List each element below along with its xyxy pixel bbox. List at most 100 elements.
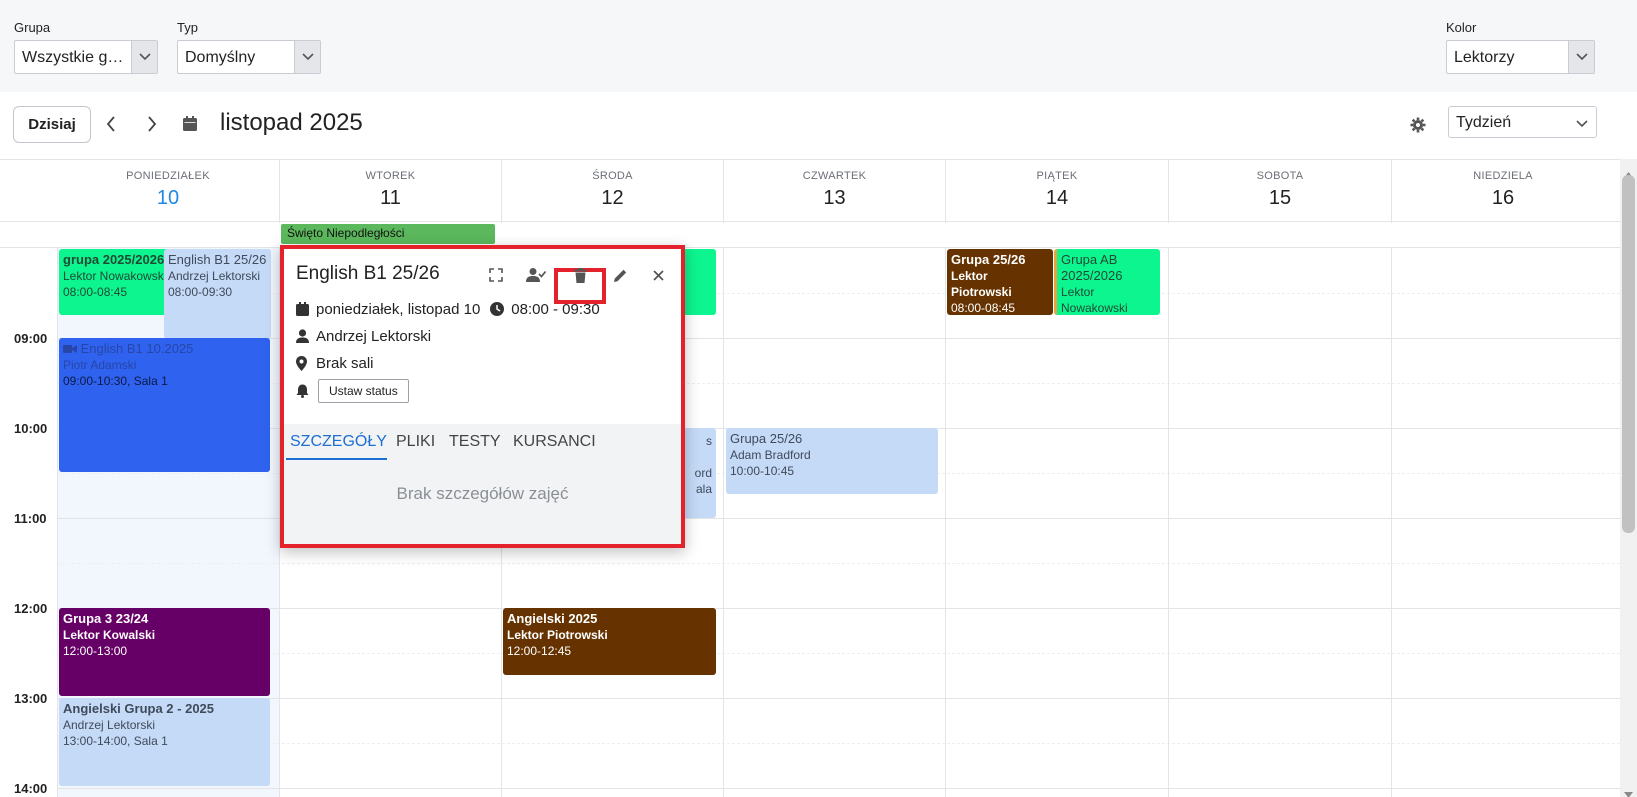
scroll-down-icon[interactable] (1624, 785, 1633, 797)
chevron-down-icon (294, 41, 320, 73)
set-status-button[interactable]: Ustaw status (318, 379, 409, 403)
calendar-icon[interactable] (183, 116, 197, 136)
active-tab-indicator (286, 458, 387, 460)
allday-event[interactable]: Święto Niepodległości (281, 224, 495, 244)
event-teacher: Piotr Adamski (63, 358, 137, 372)
day-number: 13 (823, 187, 846, 209)
day-header-fri[interactable]: PIĄTEK 14 (945, 160, 1168, 223)
tab-details[interactable]: SZCZEGÓŁY (290, 433, 387, 451)
week-calendar: PONIEDZIAŁEK 10 WTOREK 11 ŚRODA 12 CZWAR… (0, 159, 1620, 797)
event-wed-angielski[interactable]: Angielski 2025 Lektor Piotrowski 12:00-1… (503, 608, 716, 675)
event-time: 08:00-08:45 (951, 301, 1016, 315)
event-title: Grupa 3 23/24 (63, 611, 149, 626)
day-header-wed[interactable]: ŚRODA 12 (501, 160, 723, 223)
event-mon-english-online[interactable]: English B1 10.2025 Piotr Adamski 09:00-1… (59, 338, 270, 472)
event-time: 09:00-10:30, Sala 1 (63, 374, 168, 388)
half-hour-line (57, 563, 1620, 564)
chevron-down-icon (131, 41, 157, 73)
event-time: 13:00-14:00, Sala 1 (63, 734, 168, 748)
time-label: 09:00 (14, 331, 48, 346)
event-thu-grupa[interactable]: Grupa 25/26 Adam Bradford 10:00-10:45 (726, 428, 938, 494)
popup-teacher: Andrzej Lektorski (316, 327, 432, 345)
close-button[interactable] (646, 263, 670, 287)
color-filter: Kolor Lektorzy (1446, 20, 1595, 74)
expand-button[interactable] (484, 263, 508, 287)
event-mon-grupa-2025[interactable]: grupa 2025/2026 Lektor Nowakowski 08:00-… (59, 249, 177, 315)
scroll-thumb[interactable] (1622, 175, 1635, 533)
event-title-row: English B1 10.2025 (63, 341, 266, 357)
attendance-button[interactable] (524, 263, 548, 287)
group-filter-label: Grupa (14, 20, 51, 35)
event-time: 08:00-08:45 (63, 285, 128, 299)
color-select[interactable]: Lektorzy (1446, 40, 1595, 74)
day-name: SOBOTA (1256, 170, 1304, 182)
day-header-thu[interactable]: CZWARTEK 13 (723, 160, 945, 223)
day-number: 11 (380, 187, 401, 209)
filter-bar: Grupa Wszystkie gru... Typ Domyślny Kolo… (0, 0, 1637, 92)
gear-icon[interactable] (1410, 117, 1426, 138)
type-select[interactable]: Domyślny (177, 40, 321, 74)
edit-button[interactable] (608, 263, 632, 287)
event-time: 12:00-12:45 (507, 644, 572, 658)
event-title: grupa 2025/2026 (63, 252, 165, 267)
next-week-button[interactable] (142, 114, 162, 134)
event-teacher: Andrzej Lektorski (63, 718, 156, 732)
view-select-value: Tydzień (1456, 114, 1512, 131)
popup-room: Brak sali (316, 354, 374, 372)
calendar-icon (296, 302, 309, 316)
delete-button[interactable] (568, 263, 592, 287)
event-fri-grupa-ab[interactable]: Grupa AB 2025/2026 Lektor Nowakowski (1054, 249, 1160, 315)
day-header-sun[interactable]: NIEDZIELA 16 (1391, 160, 1614, 223)
calendar-toolbar: Dzisiaj listopad 2025 Tydzień (0, 92, 1637, 159)
month-title: listopad 2025 (220, 109, 363, 136)
day-header-tue[interactable]: WTOREK 11 (279, 160, 501, 223)
popup-time: 08:00 - 09:30 (511, 300, 600, 318)
popup-datetime-row: poniedziałek, listopad 10 08:00 - 09:30 (296, 299, 600, 319)
tab-students[interactable]: KURSANCI (513, 433, 596, 451)
event-title: English B1 10.2025 (80, 341, 194, 356)
half-hour-line (57, 743, 1620, 744)
hour-line (57, 698, 1620, 699)
today-button[interactable]: Dzisiaj (13, 106, 91, 143)
popup-room-row: Brak sali (296, 353, 374, 373)
time-label: 14:00 (14, 781, 48, 796)
event-teacher: Lektor Nowakowski (63, 269, 167, 283)
day-number: 12 (601, 187, 624, 209)
group-select[interactable]: Wszystkie gru... (14, 40, 158, 74)
color-select-value: Lektorzy (1454, 49, 1515, 66)
tab-files[interactable]: PLIKI (396, 433, 435, 451)
popup-actions (284, 263, 681, 304)
day-header-sat[interactable]: SOBOTA 15 (1168, 160, 1391, 223)
event-mon-english-b1[interactable]: English B1 25/26 Andrzej Lektorski 08:00… (164, 249, 271, 339)
event-mon-angielski-g2[interactable]: Angielski Grupa 2 - 2025 Andrzej Lektors… (59, 698, 270, 786)
view-select[interactable]: Tydzień (1448, 106, 1597, 138)
popup-status-row: Ustaw status (296, 379, 409, 403)
type-filter: Typ Domyślny (177, 20, 321, 74)
day-name: NIEDZIELA (1473, 170, 1533, 182)
type-select-value: Domyślny (185, 49, 256, 66)
expand-icon (489, 268, 503, 282)
clock-icon (490, 302, 505, 316)
event-title: Grupa AB 2025/2026 (1061, 252, 1123, 283)
chevron-left-icon (106, 116, 115, 132)
event-fri-grupa[interactable]: Grupa 25/26 Lektor Piotrowski 08:00-08:4… (947, 249, 1053, 315)
prev-week-button[interactable] (101, 114, 121, 134)
trash-icon (573, 267, 587, 283)
chevron-down-icon (1568, 41, 1594, 73)
hour-line (57, 608, 1620, 609)
tab-tests[interactable]: TESTY (449, 433, 501, 451)
hour-line (57, 788, 1620, 789)
time-label: 11:00 (14, 511, 47, 526)
day-name: ŚRODA (592, 170, 633, 182)
day-header-mon[interactable]: PONIEDZIAŁEK 10 (57, 160, 279, 223)
half-hour-line (57, 653, 1620, 654)
location-pin-icon (296, 355, 307, 371)
event-title: Grupa 25/26 (951, 252, 1026, 267)
event-title: English B1 25/26 (168, 252, 267, 267)
event-mon-grupa3[interactable]: Grupa 3 23/24 Lektor Kowalski 12:00-13:0… (59, 608, 270, 696)
calendar-scrollbar[interactable] (1620, 159, 1637, 797)
time-grid: 09:00 10:00 11:00 12:00 13:00 14:00 grup… (0, 248, 1620, 797)
video-camera-icon (63, 345, 77, 353)
day-name: WTOREK (365, 170, 416, 182)
event-teacher: Lektor Kowalski (63, 628, 156, 642)
